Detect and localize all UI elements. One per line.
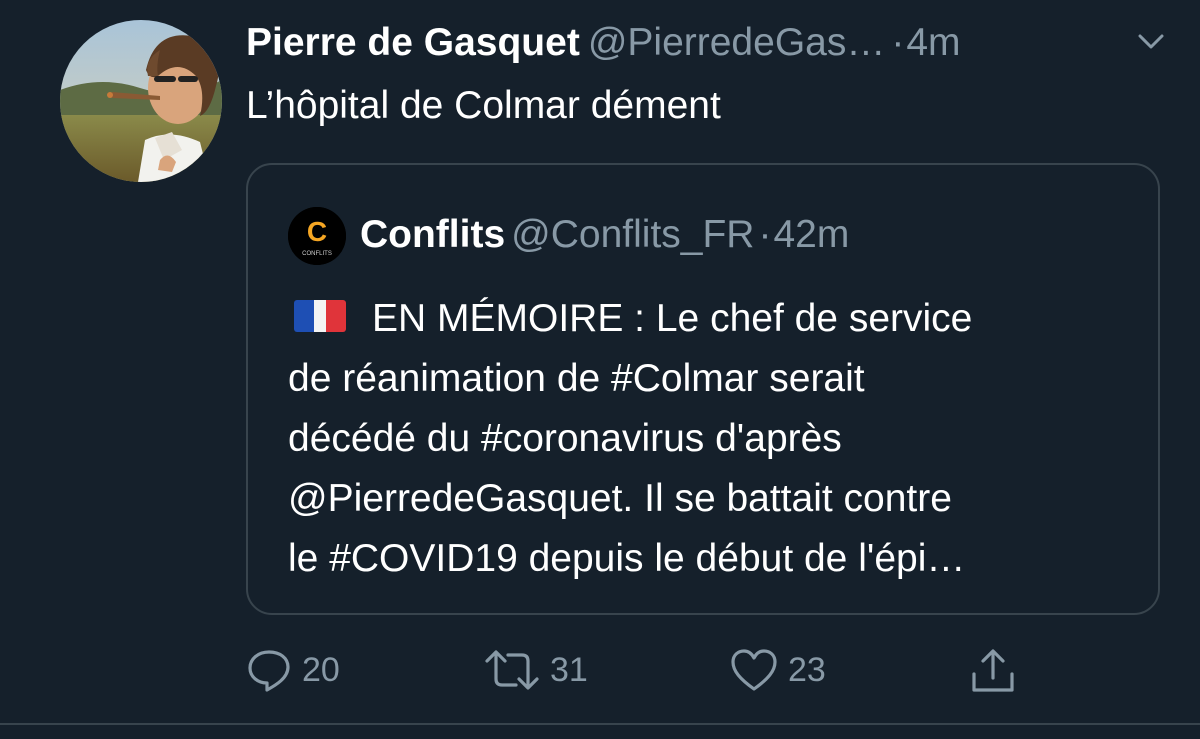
tweet[interactable]: Pierre de Gasquet @PierredeGas… ·4m L’hôpi… bbox=[0, 0, 1200, 739]
quoted-tweet-header: Conflits @Conflits_FR ·42m bbox=[360, 210, 849, 260]
quoted-tweet-text: EN MÉMOIRE : Le chef de service de réani… bbox=[288, 289, 1148, 589]
reply-icon bbox=[248, 650, 290, 692]
quoted-tweet-timestamp: 42m bbox=[773, 213, 850, 256]
like-count: 23 bbox=[788, 650, 826, 689]
quoted-tweet-line: décédé du #coronavirus d'après bbox=[288, 417, 842, 460]
tweet-header: Pierre de Gasquet @PierredeGas… ·4m bbox=[246, 18, 1176, 68]
quoted-author-avatar: C CONFLITS bbox=[288, 207, 346, 265]
conflits-logo-icon: C CONFLITS bbox=[288, 207, 346, 265]
share-icon bbox=[972, 649, 1014, 692]
tweet-action-bar: 20 31 23 bbox=[246, 640, 1046, 700]
tweet-divider bbox=[0, 723, 1200, 725]
author-handle[interactable]: @PierredeGas… bbox=[588, 21, 886, 64]
france-flag-icon bbox=[294, 300, 346, 332]
quoted-tweet-line: EN MÉMOIRE : Le chef de service bbox=[288, 289, 1148, 349]
quoted-author-handle: @Conflits_FR bbox=[511, 213, 755, 256]
quoted-tweet-line: le #COVID19 depuis le début de l'épi… bbox=[288, 537, 966, 580]
quoted-tweet-line: @PierredeGasquet. Il se battait contre bbox=[288, 477, 952, 520]
chevron-down-icon[interactable] bbox=[1136, 30, 1166, 54]
retweet-icon bbox=[485, 650, 539, 690]
tweet-text: L’hôpital de Colmar dément bbox=[246, 84, 721, 127]
reply-button[interactable]: 20 bbox=[246, 640, 340, 700]
quoted-author-display-name: Conflits bbox=[360, 213, 506, 256]
separator-dot: · bbox=[891, 21, 905, 64]
author-display-name[interactable]: Pierre de Gasquet bbox=[246, 21, 580, 64]
svg-text:C: C bbox=[307, 216, 327, 247]
like-button[interactable]: 23 bbox=[730, 640, 826, 700]
avatar-photo bbox=[60, 20, 222, 182]
retweet-button[interactable]: 31 bbox=[484, 640, 588, 700]
separator-dot: · bbox=[758, 213, 772, 256]
reply-count: 20 bbox=[302, 650, 340, 689]
retweet-count: 31 bbox=[550, 650, 588, 689]
tweet-timestamp[interactable]: 4m bbox=[906, 21, 960, 64]
share-button[interactable] bbox=[970, 640, 1016, 700]
heart-icon bbox=[731, 649, 777, 691]
svg-text:CONFLITS: CONFLITS bbox=[302, 251, 332, 257]
author-avatar[interactable] bbox=[60, 20, 222, 182]
quoted-tweet-card[interactable]: C CONFLITS Conflits @Conflits_FR ·42m EN M… bbox=[246, 163, 1160, 615]
quoted-tweet-line: de réanimation de #Colmar serait bbox=[288, 357, 865, 400]
